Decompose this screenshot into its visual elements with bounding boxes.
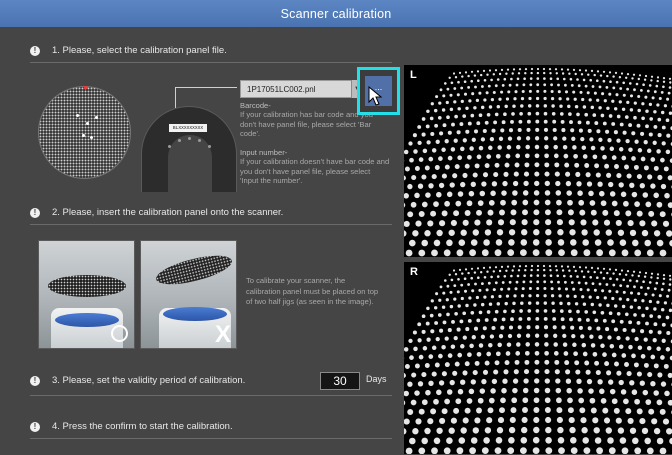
barcode-help-head: Barcode- xyxy=(240,101,271,110)
window-title-text: Scanner calibration xyxy=(280,6,392,21)
jig-illustration xyxy=(141,106,237,192)
calibration-panel-illustration xyxy=(38,86,131,179)
left-camera-label: L xyxy=(410,69,417,81)
divider xyxy=(30,62,392,63)
window-title: Scanner calibration xyxy=(0,0,672,27)
right-camera-image xyxy=(404,264,672,454)
exclamation-icon: ! xyxy=(30,207,40,218)
input-number-help-head: Input number- xyxy=(240,148,288,157)
input-number-help: Input number- If your calibration doesn'… xyxy=(240,148,390,185)
wrong-placement-photo: X xyxy=(140,240,237,349)
step-3: ! 3. Please, set the validity period of … xyxy=(30,375,245,386)
panel-marker xyxy=(84,86,88,89)
panel-mark xyxy=(86,122,89,125)
days-unit-label: Days xyxy=(366,374,387,384)
step-2-text: 2. Please, insert the calibration panel … xyxy=(52,207,284,218)
exclamation-icon: ! xyxy=(30,45,40,56)
panel-mark xyxy=(82,134,85,137)
step-2: ! 2. Please, insert the calibration pane… xyxy=(30,207,283,218)
panel-mark xyxy=(95,116,98,119)
barcode-help-text: If your calibration has bar code and you… xyxy=(240,110,373,138)
step-3-text: 3. Please, set the validity period of ca… xyxy=(52,375,246,386)
divider xyxy=(30,395,392,396)
right-camera-view: R xyxy=(404,262,672,454)
ok-mark xyxy=(111,325,128,342)
correct-placement-photo xyxy=(38,240,135,349)
step-1: ! 1. Please, select the calibration pane… xyxy=(30,45,227,56)
barcode-help: Barcode- If your calibration has bar cod… xyxy=(240,101,390,138)
divider xyxy=(30,438,392,439)
step-4-text: 4. Press the confirm to start the calibr… xyxy=(52,421,233,432)
barcode-label: BLXXXXXXXXX xyxy=(169,124,207,132)
exclamation-icon: ! xyxy=(30,421,40,432)
left-camera-image xyxy=(404,67,672,257)
right-camera-label: R xyxy=(410,266,418,278)
left-camera-view: L xyxy=(404,65,672,257)
divider xyxy=(30,224,392,225)
panel-file-select[interactable]: 1P17051LC002.pnl xyxy=(240,80,362,98)
placement-note: To calibrate your scanner, the calibrati… xyxy=(246,276,379,307)
input-number-help-text: If your calibration doesn't have bar cod… xyxy=(240,157,390,185)
step-1-text: 1. Please, select the calibration panel … xyxy=(52,45,227,56)
panel-mark xyxy=(76,114,79,117)
close-icon: X xyxy=(214,321,231,348)
validity-days-input[interactable]: 30 xyxy=(320,372,360,390)
exclamation-icon: ! xyxy=(30,375,40,386)
step-4: ! 4. Press the confirm to start the cali… xyxy=(30,421,233,432)
panel-mark xyxy=(90,136,93,139)
